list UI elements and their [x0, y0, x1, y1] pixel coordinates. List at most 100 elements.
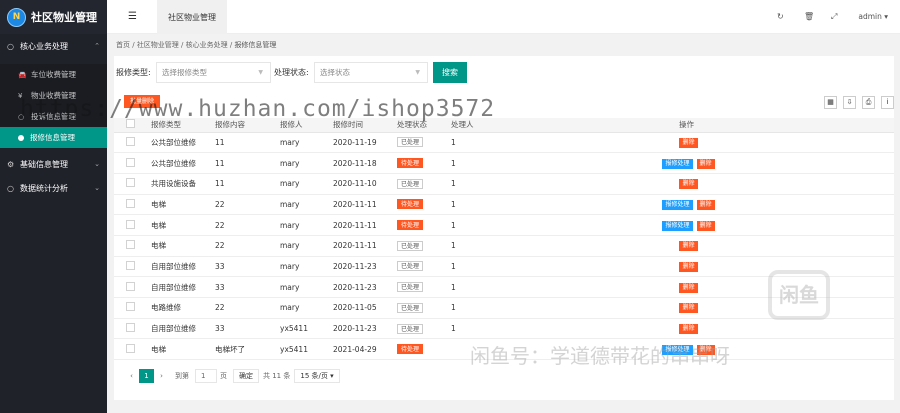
export-icon[interactable]: ⇩ — [843, 96, 856, 109]
delete-button[interactable]: 删除 — [696, 220, 715, 231]
delete-button[interactable]: 删除 — [679, 303, 698, 314]
cell-content: 电梯坏了 — [215, 338, 280, 361]
cell-handler: 1 — [451, 152, 539, 174]
menu-core[interactable]: ○ 核心业务处理 ⌃ — [0, 34, 107, 58]
menu-stats[interactable]: ○ 数据统计分析 ⌄ — [0, 176, 107, 200]
fullscreen-icon[interactable]: ⤢ — [831, 12, 837, 22]
search-button[interactable]: 搜索 — [433, 62, 467, 83]
caret-down-icon: ▼ — [258, 69, 263, 76]
status-select[interactable]: 选择状态 ▼ — [314, 62, 428, 83]
delete-button[interactable]: 删除 — [679, 179, 698, 190]
cell-type: 自用部位维修 — [151, 276, 215, 298]
delete-button[interactable]: 删除 — [679, 282, 698, 293]
caret-down-icon: ▼ — [415, 69, 420, 76]
sidebar: N 社区物业管理 ○ 核心业务处理 ⌃ 🚘 车位收费管理 ¥ 物业收费管理 ○ … — [0, 0, 107, 413]
menu-basic[interactable]: ⚙ 基础信息管理 ⌄ — [0, 152, 107, 176]
cell-status: 已处理 — [397, 235, 451, 257]
row-checkbox[interactable] — [126, 219, 135, 229]
cell-person: mary — [280, 256, 333, 278]
info-icon[interactable]: i — [881, 96, 894, 109]
cell-type: 电梯 — [151, 214, 215, 236]
table-row[interactable]: 自用部位维修 33 yx5411 2020-11-23 已处理 1 删除 — [114, 318, 894, 340]
prev-page-icon[interactable]: ‹ — [124, 369, 139, 383]
cell-person: mary — [280, 214, 333, 236]
cell-date: 2020-11-10 — [333, 173, 397, 195]
cell-handler: 1 — [451, 297, 539, 319]
page-size-select[interactable]: 15 条/页 ▾ — [294, 369, 340, 383]
row-checkbox[interactable] — [126, 240, 135, 250]
col-actions: 操作 — [539, 118, 894, 133]
cell-person: mary — [280, 152, 333, 174]
sidebar-item-label: 车位收费管理 — [31, 70, 76, 79]
page-unit: 页 — [220, 372, 227, 380]
row-checkbox[interactable] — [126, 302, 135, 312]
handle-repair-button[interactable]: 报修处理 — [662, 220, 693, 231]
cell-actions: 删除 — [539, 256, 894, 278]
settings-icon: ⚙ — [7, 159, 15, 169]
cell-person: mary — [280, 276, 333, 298]
cell-status: 待处理 — [397, 152, 451, 174]
handle-repair-button[interactable]: 报修处理 — [662, 199, 693, 210]
row-checkbox[interactable] — [126, 323, 135, 333]
table-row[interactable]: 公共部位维修 11 mary 2020-11-19 已处理 1 删除 — [114, 132, 894, 154]
delete-button[interactable]: 删除 — [696, 158, 715, 169]
table-row[interactable]: 电梯 22 mary 2020-11-11 已处理 1 删除 — [114, 235, 894, 257]
table-row[interactable]: 共用设施设备 11 mary 2020-11-10 已处理 1 删除 — [114, 173, 894, 195]
user-menu[interactable]: admin ▾ — [858, 12, 888, 21]
cell-content: 11 — [215, 152, 280, 174]
goto-confirm-button[interactable]: 确定 — [233, 369, 259, 383]
row-select-cell — [114, 318, 151, 340]
breadcrumb-home[interactable]: 首页 — [116, 41, 130, 49]
row-checkbox[interactable] — [126, 136, 135, 146]
cell-actions: 删除 — [539, 235, 894, 257]
table-row[interactable]: 电梯 22 mary 2020-11-11 待处理 1 报修处理 删除 — [114, 214, 894, 236]
columns-icon[interactable]: ▦ — [824, 96, 837, 109]
refresh-icon[interactable]: ↻ — [777, 12, 784, 21]
row-checkbox[interactable] — [126, 343, 135, 353]
menu-toggle-icon[interactable]: ☰ — [128, 11, 137, 22]
delete-button[interactable]: 删除 — [679, 324, 698, 335]
cell-actions: 删除 — [539, 297, 894, 319]
row-select-cell — [114, 297, 151, 319]
cell-content: 22 — [215, 235, 280, 257]
handle-repair-button[interactable]: 报修处理 — [662, 158, 693, 169]
cell-handler: 1 — [451, 214, 539, 236]
cell-date: 2020-11-23 — [333, 318, 397, 340]
table-row[interactable]: 电梯 22 mary 2020-11-11 待处理 1 报修处理 删除 — [114, 194, 894, 216]
print-icon[interactable]: ⎙ — [862, 96, 875, 109]
repair-table: 报修类型 报修内容 报修人 报修时间 处理状态 处理人 操作 公共部位维修 11 m… — [114, 118, 894, 361]
sidebar-item-label: 报修信息管理 — [30, 133, 75, 142]
tab-home[interactable]: 社区物业管理 — [157, 0, 227, 34]
row-checkbox[interactable] — [126, 178, 135, 188]
row-checkbox[interactable] — [126, 157, 135, 167]
sidebar-item-parking[interactable]: 🚘 车位收费管理 — [0, 64, 107, 85]
chevron-up-icon: ⌃ — [94, 42, 100, 50]
watermark-url: https://www.huzhan.com/ishop3572 — [20, 96, 496, 122]
delete-button[interactable]: 删除 — [679, 241, 698, 252]
cell-content: 11 — [215, 132, 280, 154]
breadcrumb-item[interactable]: 核心业务处理 — [186, 41, 228, 49]
logo-icon: N — [7, 7, 26, 27]
type-select[interactable]: 选择报修类型 ▼ — [156, 62, 271, 83]
watermark-logo: 闲鱼 — [768, 270, 830, 320]
table-row[interactable]: 公共部位维修 11 mary 2020-11-18 待处理 1 报修处理 删除 — [114, 152, 894, 174]
page-current[interactable]: 1 — [139, 369, 154, 383]
delete-button[interactable]: 删除 — [679, 137, 698, 148]
row-checkbox[interactable] — [126, 260, 135, 270]
app-logo[interactable]: N 社区物业管理 — [0, 0, 107, 34]
breadcrumb-item[interactable]: 社区物业管理 — [137, 41, 179, 49]
next-page-icon[interactable]: › — [154, 369, 169, 383]
app-title: 社区物业管理 — [31, 11, 97, 24]
cell-type: 电梯 — [151, 235, 215, 257]
cell-actions: 报修处理 删除 — [539, 194, 894, 216]
delete-button[interactable]: 删除 — [679, 261, 698, 272]
trash-icon[interactable]: 🗑 — [804, 12, 814, 21]
row-checkbox[interactable] — [126, 198, 135, 208]
cell-status: 已处理 — [397, 256, 451, 278]
cell-content: 33 — [215, 318, 280, 340]
delete-button[interactable]: 删除 — [696, 199, 715, 210]
row-checkbox[interactable] — [126, 281, 135, 291]
sidebar-item-repair[interactable]: 报修信息管理 — [0, 127, 107, 148]
status-label: 处理状态: — [274, 68, 309, 77]
page-input[interactable]: 1 — [195, 369, 217, 383]
